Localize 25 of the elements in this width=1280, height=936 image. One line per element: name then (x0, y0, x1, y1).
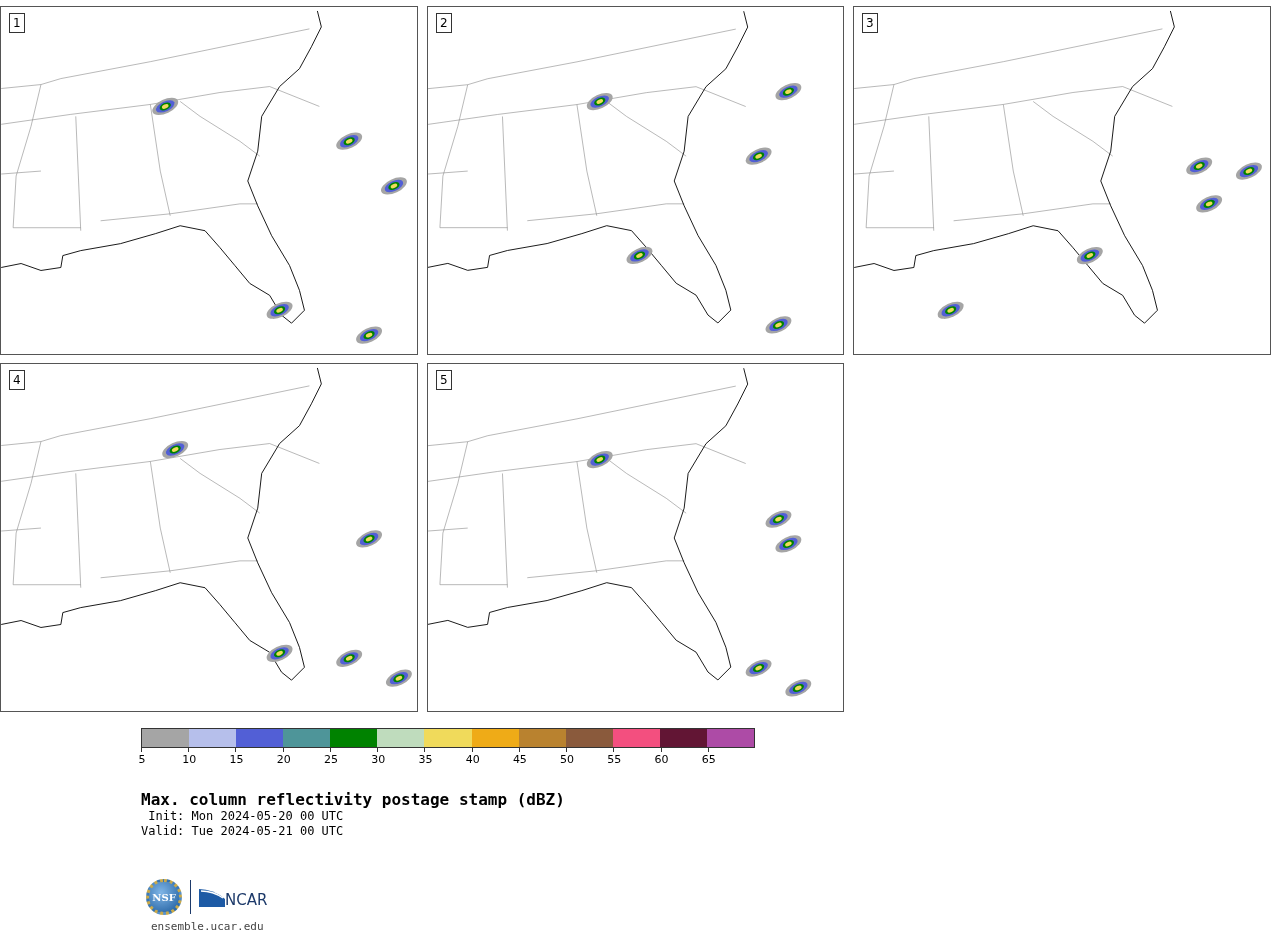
tick-label: 10 (182, 753, 197, 766)
tick-label: 40 (465, 753, 480, 766)
swoosh-icon (199, 887, 225, 907)
init-time: Init: Mon 2024-05-20 00 UTC (147, 809, 345, 824)
tick-label: 20 (276, 753, 291, 766)
panel-number: 5 (436, 370, 452, 390)
site-link[interactable]: ensemble.ucar.edu (151, 920, 264, 933)
valid-time: Valid: Tue 2024-05-21 00 UTC (141, 824, 345, 839)
ncar-logo: NCAR (225, 891, 268, 909)
tick-label: 15 (229, 753, 244, 766)
panel-number: 4 (9, 370, 25, 390)
tick-label: 30 (371, 753, 386, 766)
tick-label: 50 (560, 753, 575, 766)
tick-label: 60 (654, 753, 669, 766)
tick-label: 45 (512, 753, 527, 766)
chart-title: Max. column reflectivity postage stamp (dBZ) (141, 790, 566, 809)
tick-label: 25 (323, 753, 338, 766)
tick-label: 5 (138, 753, 146, 766)
tick-label: 35 (418, 753, 433, 766)
panel-number: 1 (9, 13, 25, 33)
nsf-logo: NSF (146, 879, 182, 915)
tick-label: 55 (607, 753, 622, 766)
tick-label: 65 (701, 753, 716, 766)
panel-number: 3 (862, 13, 878, 33)
panel-number: 2 (436, 13, 452, 33)
